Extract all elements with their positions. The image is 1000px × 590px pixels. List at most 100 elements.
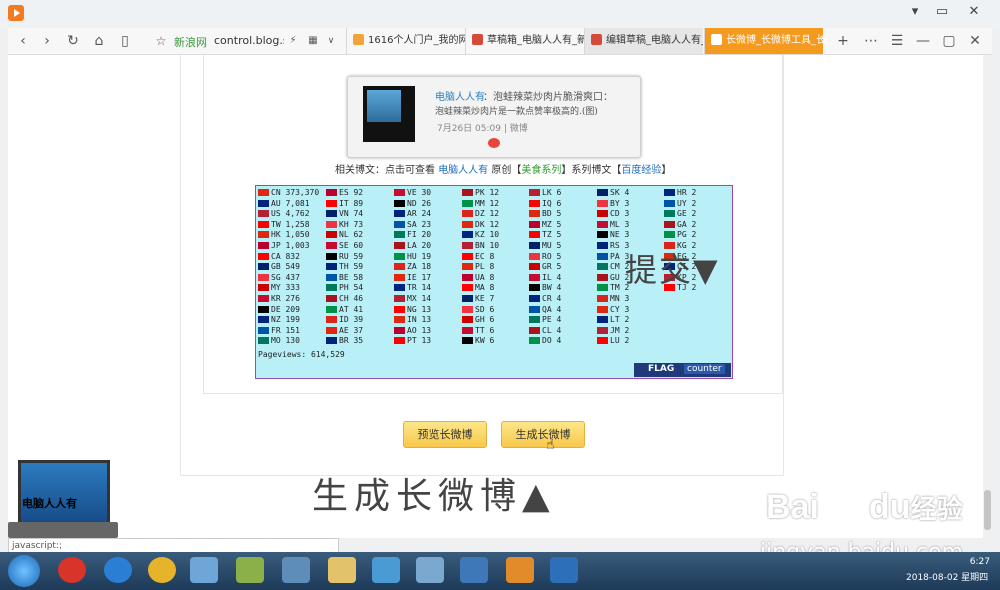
country-flag-icon: [597, 189, 608, 196]
media-player-icon[interactable]: [506, 557, 534, 583]
country-flag-icon: [529, 242, 540, 249]
folder-icon[interactable]: [328, 557, 356, 583]
visitor-count: 151: [285, 325, 300, 335]
flag-counter-row: BR 35: [326, 336, 363, 345]
generate-long-weibo-button[interactable]: 生成长微博: [501, 421, 585, 448]
flag-counter-row: MO 130: [258, 336, 300, 345]
preview-long-weibo-button[interactable]: 预览长微博: [403, 421, 487, 448]
country-code: MX: [407, 294, 422, 303]
country-code: MN: [610, 294, 625, 303]
taskbar-app-icon[interactable]: [550, 557, 578, 583]
country-code: KH: [339, 219, 354, 229]
country-flag-icon: [462, 231, 473, 239]
taskbar-app-icon[interactable]: [236, 557, 264, 583]
country-code: BY: [610, 198, 625, 208]
country-flag-icon: [462, 337, 473, 345]
tray-time[interactable]: 6:27: [930, 557, 990, 567]
tab-edit-draft[interactable]: 编辑草稿_电脑人人有_: [584, 28, 703, 54]
visitor-count: 12: [489, 198, 500, 208]
country-flag-icon: [529, 284, 540, 292]
country-flag-icon: [597, 284, 608, 292]
country-flag-icon: [462, 305, 473, 313]
country-code: TR: [407, 283, 422, 293]
country-flag-icon: [394, 242, 405, 249]
taskbar-app-icon[interactable]: [282, 557, 310, 583]
card-author[interactable]: 电脑人人有: [435, 88, 485, 103]
country-flag-icon: [597, 210, 608, 218]
country-code: IN: [407, 315, 422, 325]
start-button[interactable]: [8, 555, 40, 587]
favorite-star-icon[interactable]: ☆: [152, 32, 170, 50]
country-flag-icon: [529, 210, 540, 218]
new-tab-button[interactable]: +: [834, 32, 852, 50]
country-code: IE: [407, 272, 422, 282]
visitor-count: 19: [421, 251, 432, 261]
flash-icon[interactable]: ⚡: [284, 32, 302, 50]
scrollbar-thumb[interactable]: [984, 490, 991, 530]
visitor-count: 12: [489, 188, 500, 197]
close-icon[interactable]: ✕: [966, 32, 984, 50]
tab-1616[interactable]: 1616个人门户_我的网上: [346, 28, 465, 54]
country-code: ZA: [407, 262, 422, 272]
country-code: BE: [339, 272, 354, 282]
menu-icon[interactable]: ☰: [888, 32, 906, 50]
flag-counter-row: KR 276: [258, 294, 300, 303]
browser-taskbar-icon[interactable]: [190, 557, 218, 583]
window-restore-icon[interactable]: ▭: [930, 2, 954, 22]
card-thumbnail: [363, 86, 415, 142]
related-author-link[interactable]: 电脑人人有: [438, 165, 488, 176]
flag-counter-row: MA 8: [462, 283, 494, 292]
tray-date[interactable]: 2018-08-02 星期四: [906, 570, 996, 583]
visitor-count: 4: [556, 294, 562, 303]
flag-counter-row: KH 73: [326, 220, 363, 229]
country-flag-icon: [529, 263, 540, 271]
chevron-down-icon[interactable]: ∨: [322, 32, 340, 50]
more-icon[interactable]: ⋯: [862, 32, 880, 50]
tab-long-weibo[interactable]: 长微博_长微博工具_长: [704, 28, 823, 54]
country-flag-icon: [326, 252, 337, 260]
country-code: DE: [271, 304, 286, 314]
taskbar-app-icon[interactable]: [460, 557, 488, 583]
flag-counter-row: SG 437: [258, 273, 300, 282]
paint-icon[interactable]: [416, 557, 444, 583]
visitor-count: 1,258: [285, 219, 310, 229]
address-bar-url[interactable]: control.blog.sin: [214, 34, 284, 47]
visitor-count: 41: [353, 304, 364, 314]
window-close-icon[interactable]: ✕: [962, 2, 986, 22]
country-code: IL: [542, 272, 557, 282]
country-flag-icon: [326, 337, 337, 345]
country-code: CY: [610, 304, 625, 314]
back-icon[interactable]: ‹: [14, 32, 32, 50]
maximize-icon[interactable]: ▢: [940, 32, 958, 50]
taskbar-app-icon[interactable]: [58, 557, 86, 583]
country-code: DK: [475, 219, 490, 229]
country-code: RS: [610, 241, 625, 250]
country-code: AR: [407, 209, 422, 219]
tab-drafts[interactable]: 草稿箱_电脑人人有_新: [465, 28, 584, 54]
baidu-watermark: Bai du经验: [766, 488, 962, 527]
visitor-count: 2: [624, 315, 630, 325]
related-series-link[interactable]: 美食系列: [521, 165, 561, 176]
tab-close-icon[interactable]: ✕: [816, 32, 834, 50]
country-code: KW: [475, 336, 490, 346]
country-code: TZ: [542, 230, 557, 240]
country-code: SA: [407, 219, 422, 229]
country-flag-icon: [326, 305, 337, 313]
ie-icon[interactable]: [104, 557, 132, 583]
country-code: BW: [542, 283, 557, 293]
country-flag-icon: [529, 326, 540, 334]
window-dropdown-icon[interactable]: ▾: [903, 2, 927, 22]
country-code: SD: [475, 304, 490, 314]
weibo-favicon: [711, 34, 722, 45]
minimize-icon[interactable]: —: [914, 32, 932, 50]
taskbar-app-icon[interactable]: [372, 557, 400, 583]
forward-icon[interactable]: ›: [38, 32, 56, 50]
refresh-icon[interactable]: ↻: [64, 32, 82, 50]
related-exp-link[interactable]: 百度经验: [621, 165, 661, 176]
grid-icon[interactable]: ▦: [304, 32, 322, 50]
scrollbar[interactable]: [983, 55, 992, 538]
home-icon[interactable]: ⌂: [90, 32, 108, 50]
chrome-icon[interactable]: [148, 557, 176, 583]
country-code: SE: [339, 241, 354, 250]
reading-view-icon[interactable]: ▯: [116, 32, 134, 50]
